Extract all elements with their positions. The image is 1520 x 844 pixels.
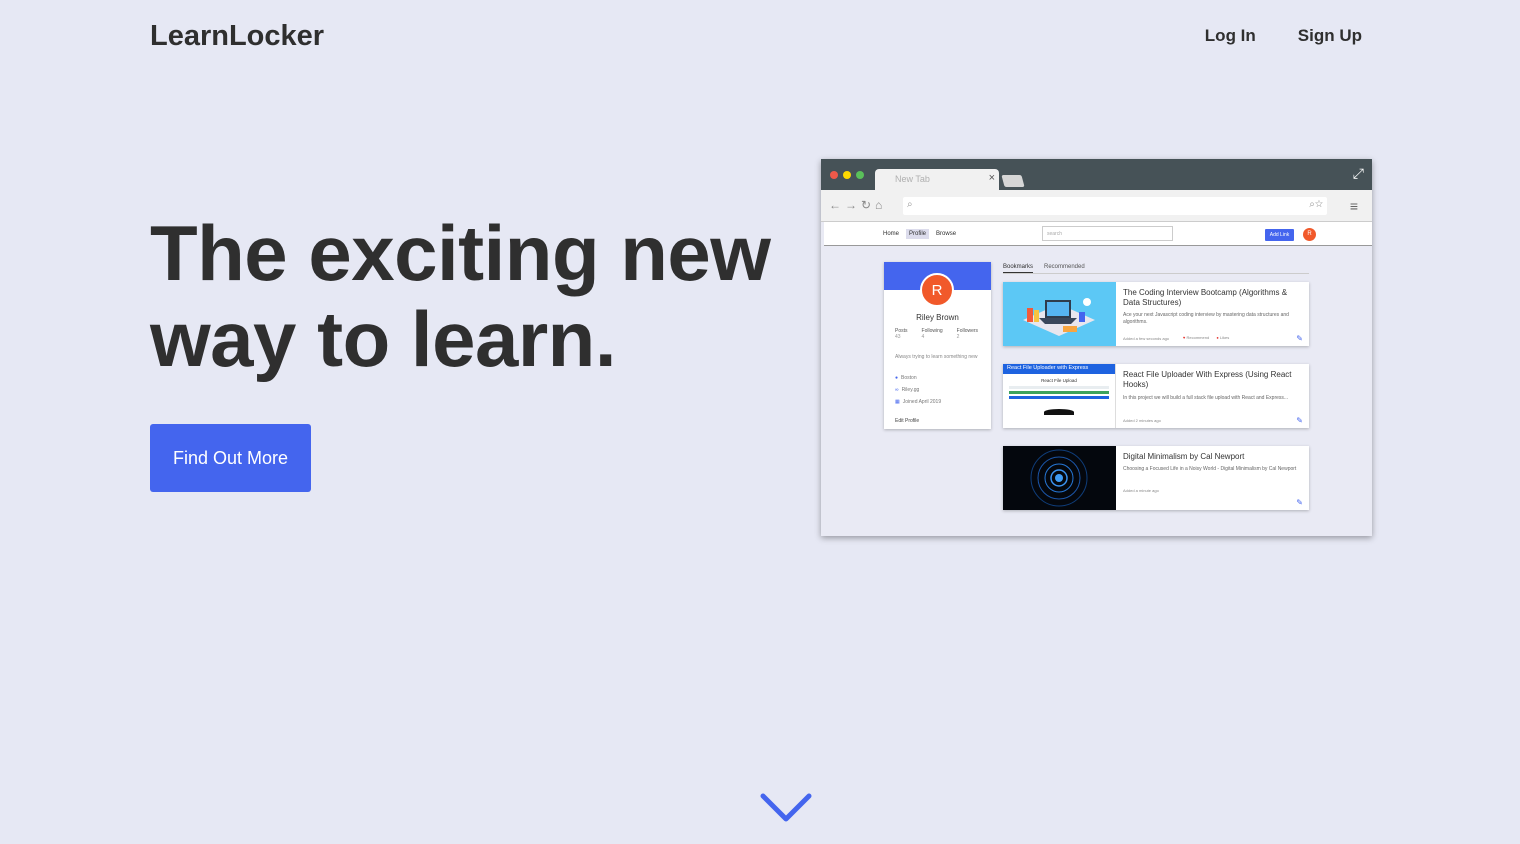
thumbnail-banner: React File Uploader with Express — [1003, 364, 1115, 374]
browser-mockup: New Tab × ⤢ ←→↻⌂ ⌕ ⌕☆ ≡ Home Profile Bro… — [821, 159, 1372, 536]
stat-posts: Posts 43 — [895, 328, 908, 340]
profile-joined: ▦ Joined April 2019 — [895, 399, 942, 405]
link-icon: ∞ — [895, 387, 899, 393]
edit-profile-link: Edit Profile — [895, 418, 920, 424]
app-nav-home: Home — [883, 231, 900, 237]
login-link[interactable]: Log In — [1205, 26, 1256, 46]
logo[interactable]: LearnLocker — [150, 20, 324, 53]
expand-icon: ⤢ — [1352, 165, 1364, 181]
location-icon: ● — [895, 375, 899, 381]
stat-following: Following 4 — [921, 328, 943, 340]
card-title: The Coding Interview Bootcamp (Algorithm… — [1123, 288, 1288, 307]
tab-title: New Tab — [895, 174, 930, 184]
star-icon: ⌕☆ — [1309, 199, 1323, 210]
chevron-down-icon[interactable] — [760, 793, 812, 823]
recommend-label: Recommend — [1186, 335, 1210, 340]
card-thumbnail: React File Uploader with Express React F… — [1003, 364, 1116, 428]
browser-toolbar: ←→↻⌂ ⌕ ⌕☆ ≡ — [821, 190, 1372, 222]
menu-icon: ≡ — [1349, 198, 1358, 214]
heart-icon: ♥ — [1183, 335, 1186, 340]
address-bar: ⌕ ⌕☆ — [903, 197, 1327, 215]
calendar-icon: ▦ — [895, 399, 900, 405]
browser-nav-icons: ←→↻⌂ — [829, 198, 887, 212]
avatar: R — [1303, 228, 1316, 241]
app-search-input: search — [1042, 226, 1173, 241]
app-nav-browse: Browse — [936, 231, 957, 237]
edit-icon: ✎ — [1296, 334, 1303, 343]
hero-title: The exciting new way to learn. — [150, 209, 771, 383]
find-out-more-button[interactable]: Find Out More — [150, 424, 311, 492]
card-thumbnail — [1003, 282, 1116, 346]
search-icon: ⌕ — [907, 199, 913, 210]
browser-titlebar: New Tab × ⤢ — [821, 159, 1372, 190]
profile-card: R Riley Brown Posts 43 Following 4 Followe… — [884, 262, 991, 429]
card-description: In this project we will build a full sta… — [1123, 395, 1289, 401]
edit-icon: ✎ — [1296, 416, 1303, 425]
signup-link[interactable]: Sign Up — [1298, 26, 1362, 46]
profile-stats: Posts 43 Following 4 Followers 2 — [895, 328, 978, 340]
profile-avatar: R — [920, 273, 954, 307]
profile-link: ∞ Riley.gg — [895, 387, 920, 393]
bookmark-tabs: Bookmarks Recommended — [1003, 262, 1309, 274]
app-navbar: Home Profile Browse search Add Link R — [824, 222, 1372, 246]
bookmark-card: React File Uploader with Express React F… — [1003, 364, 1309, 428]
bookmark-card: The Coding Interview Bootcamp (Algorithm… — [1003, 282, 1309, 346]
app-nav-profile: Profile — [906, 229, 930, 239]
new-tab-icon — [1001, 175, 1025, 187]
top-nav: Log In Sign Up — [1205, 26, 1362, 46]
minimize-dot — [843, 171, 851, 179]
card-description: Ace your next Javascript coding intervie… — [1123, 312, 1289, 325]
card-title: Digital Minimalism by Cal Newport — [1123, 452, 1245, 461]
thumbnail-title: React File Upload — [1041, 378, 1077, 383]
tab-recommended: Recommended — [1044, 264, 1085, 270]
like-icon: ● — [1216, 335, 1219, 340]
card-time: Added 2 minutes ago — [1123, 418, 1161, 423]
maximize-dot — [856, 171, 864, 179]
edit-icon: ✎ — [1296, 498, 1303, 507]
card-thumbnail — [1003, 446, 1116, 510]
stat-followers: Followers 2 — [956, 328, 979, 340]
profile-location: ● Boston — [895, 375, 917, 381]
add-link-button: Add Link — [1265, 229, 1294, 241]
card-description: Choosing a Focused Life in a Noisy World… — [1123, 466, 1297, 472]
card-title: React File Uploader With Express (Using … — [1123, 370, 1292, 389]
card-actions: ♥ Recommend ● Likes — [1183, 335, 1229, 340]
close-dot — [830, 171, 838, 179]
bookmark-card: Digital Minimalism by Cal Newport Choosi… — [1003, 446, 1309, 510]
likes-label: Likes — [1219, 335, 1230, 340]
profile-name: Riley Brown — [916, 313, 959, 322]
card-time: Added a minute ago — [1123, 488, 1159, 493]
card-time: Added a few seconds ago — [1123, 336, 1170, 341]
profile-bio: Always trying to learn something new — [895, 354, 978, 360]
browser-tab: New Tab × — [875, 169, 999, 190]
tab-close-icon: × — [988, 172, 995, 184]
tab-bookmarks: Bookmarks — [1003, 264, 1034, 273]
